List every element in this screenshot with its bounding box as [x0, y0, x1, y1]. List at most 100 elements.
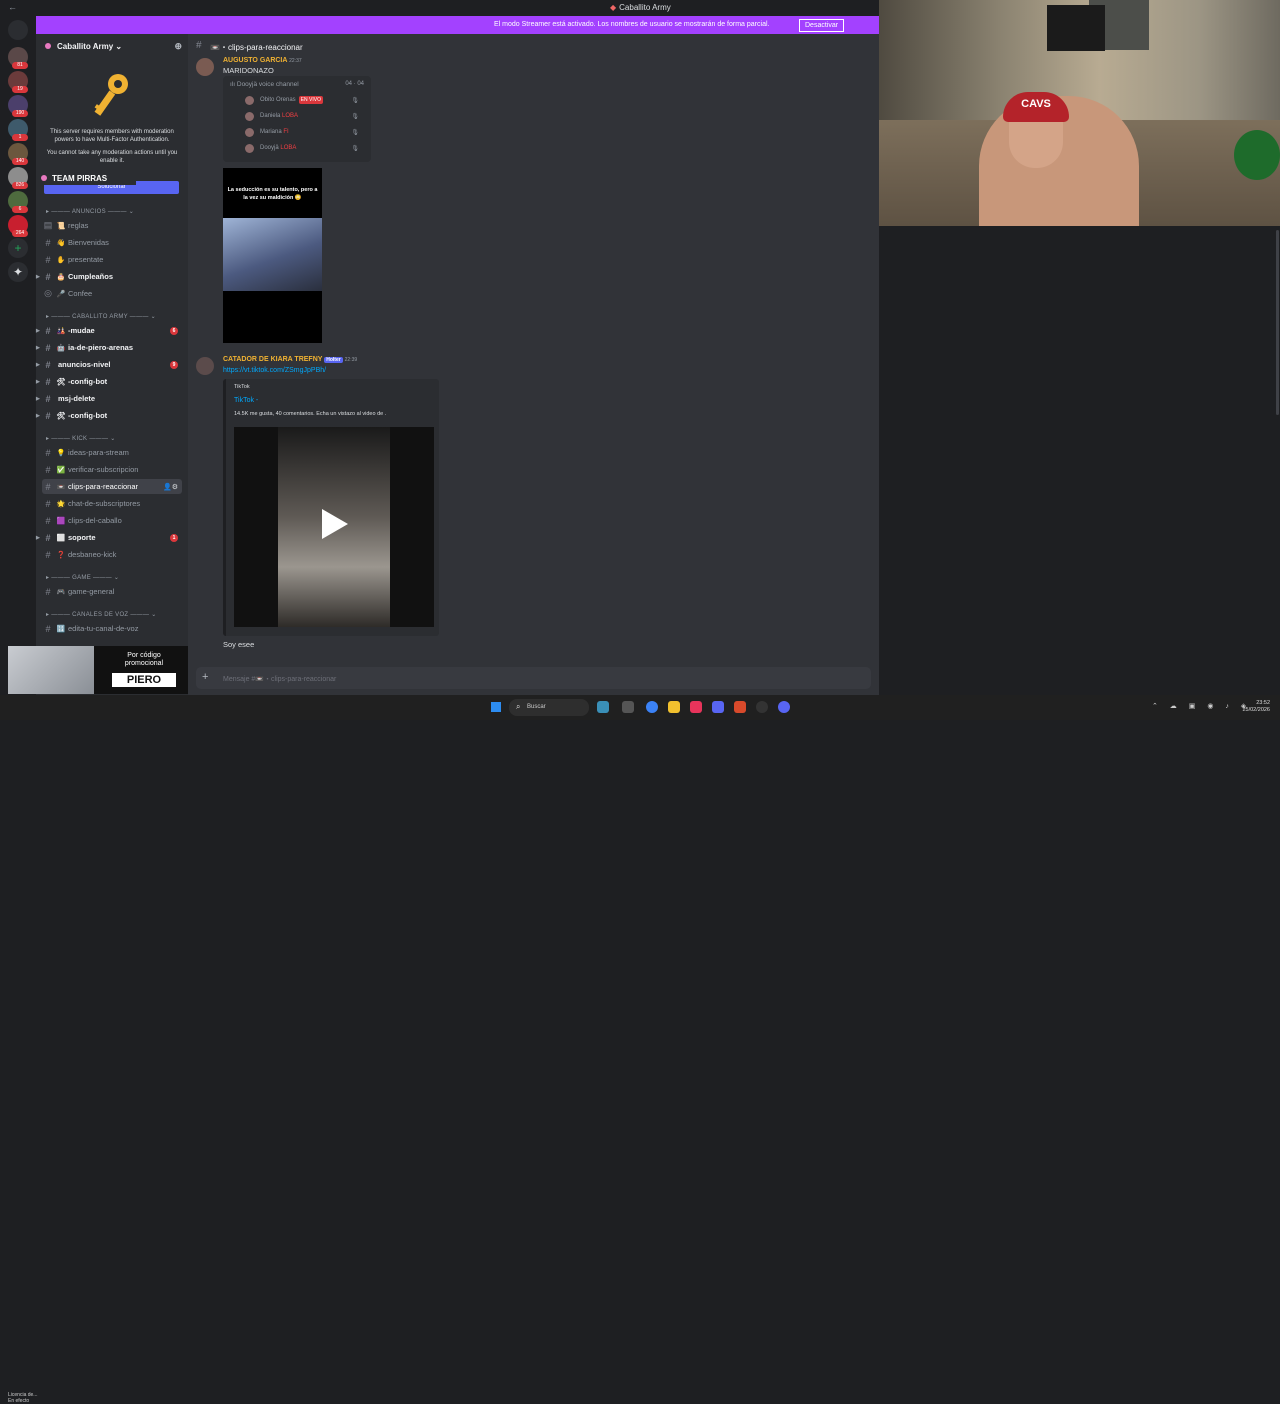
- brave-icon[interactable]: [734, 701, 746, 713]
- mention-badge: 1: [170, 533, 178, 542]
- mic-muted-icon: 🎙: [351, 145, 359, 152]
- rules-icon: ▤: [43, 220, 53, 230]
- tiktok-link[interactable]: https://vt.tiktok.com/ZSmgJpPBh/: [223, 367, 326, 374]
- direct-messages-icon[interactable]: [8, 20, 28, 40]
- hash-icon: #: [45, 498, 51, 509]
- channel-config-bot[interactable]: ▶ # 🛠 -config-bot: [36, 374, 182, 389]
- server-tooltip: TEAM PIRRAS: [36, 171, 136, 185]
- windows-start-icon[interactable]: [491, 702, 501, 712]
- hash-icon: #: [45, 515, 51, 526]
- server-badge: 140: [12, 158, 28, 165]
- category-game[interactable]: ▸ ——— GAME ——— ⌄: [46, 574, 119, 581]
- channel-settings-gear-icon[interactable]: 👤⚙: [163, 483, 178, 491]
- channel-config-bot-2[interactable]: ▶ # 🛠 -config-bot: [36, 408, 182, 423]
- channel-sidebar: Caballito Army ⌄ ⊕ This server requires …: [36, 34, 188, 695]
- promo-text: Por código promocional: [124, 652, 164, 667]
- channel-bienvenidas[interactable]: # 👋 Bienvenidas: [42, 235, 182, 250]
- message-composer[interactable]: + Mensaje #📼・clips-para-reaccionar: [196, 667, 871, 689]
- category-anuncios[interactable]: ▸ ——— ANUNCIOS ——— ⌄: [46, 208, 134, 215]
- category-caballito-army[interactable]: ▸ ——— CABALLITO ARMY ——— ⌄: [46, 313, 156, 320]
- hash-icon: #: [45, 376, 51, 387]
- channel-header-title: 📼・clips-para-reaccionar: [210, 43, 303, 52]
- hash-icon: #: [45, 447, 51, 458]
- video-attachment[interactable]: La seducción es su talento, pero a la ve…: [223, 168, 322, 343]
- message-text: MARIDONAZO: [223, 66, 274, 75]
- search-label: Buscar: [527, 704, 546, 710]
- discord-logo-icon: ◆: [610, 3, 617, 12]
- channel-cumpleanos[interactable]: ▶ # 🎂 Cumpleaños: [36, 269, 182, 284]
- channel-anuncios-nivel[interactable]: ▶ # anuncios-nivel 9: [36, 357, 182, 372]
- voice-member[interactable]: Dooyjä LOBA 🎙: [245, 142, 365, 154]
- channel-ideas-para-stream[interactable]: # 💡 ideas-para-stream: [42, 445, 182, 460]
- channel-soporte[interactable]: ▶ # ⬜ soporte 1: [36, 530, 182, 545]
- category-kick[interactable]: ▸ ——— KICK ——— ⌄: [46, 435, 116, 442]
- taskbar-app-icon[interactable]: [712, 701, 724, 713]
- key-icon: [94, 74, 128, 116]
- edge-icon[interactable]: [646, 701, 658, 713]
- discord-icon[interactable]: [778, 701, 790, 713]
- folder-icon[interactable]: [668, 701, 680, 713]
- category-canales-de-voz[interactable]: ▸ ——— CANALES DE VOZ ——— ⌄: [46, 611, 157, 618]
- voice-member[interactable]: Obito Orenas EN VIVO 🎙: [245, 94, 365, 106]
- channel-ia-de-piero-arenas[interactable]: ▶ # 🤖 ia-de-piero-arenas: [36, 340, 182, 355]
- back-arrow-icon[interactable]: ←: [8, 2, 17, 12]
- attach-plus-icon[interactable]: +: [202, 671, 208, 683]
- scrollbar[interactable]: [1276, 230, 1279, 415]
- voice-channel-embed[interactable]: ılı Dooyjä voice channel 04 · 04 Obito O…: [223, 76, 371, 162]
- avatar[interactable]: [196, 58, 214, 76]
- hash-icon: #: [45, 549, 51, 560]
- hash-icon: #: [45, 254, 51, 265]
- channel-mudae[interactable]: ▶ # 🎎 -mudae 6: [36, 323, 182, 338]
- channel-clips-del-caballo[interactable]: # 🟪 clips-del-caballo: [42, 513, 182, 528]
- live-badge: EN VIVO: [298, 96, 323, 104]
- mfa-notice: This server requires members with modera…: [44, 72, 180, 170]
- member-area-blank: [879, 226, 1280, 695]
- channel-edita-tu-canal-de-voz[interactable]: # 🔢 edita-tu-canal-de-voz: [42, 621, 182, 636]
- channel-game-general[interactable]: # 🎮 game-general: [42, 584, 182, 599]
- channel-chat-de-subscriptores[interactable]: # 🌟 chat-de-subscriptores: [42, 496, 182, 511]
- server-avatar-icon: [45, 43, 51, 49]
- taskbar-app-icon[interactable]: [756, 701, 768, 713]
- clock[interactable]: 23:52 25/02/2026: [1242, 700, 1270, 714]
- taskbar-app-icon[interactable]: [622, 701, 634, 713]
- composer-placeholder: Mensaje #📼・clips-para-reaccionar: [223, 676, 337, 683]
- mention-badge: 9: [170, 360, 178, 369]
- mfa-notice-line1: This server requires members with modera…: [50, 129, 174, 143]
- embed-title[interactable]: TikTok -: [234, 397, 258, 404]
- voice-member[interactable]: Daniela LOBA 🎙: [245, 110, 365, 122]
- message-author[interactable]: CATADOR DE KIARA TREFNY Holter 22:39: [223, 356, 357, 363]
- server-header[interactable]: Caballito Army ⌄ ⊕: [36, 34, 188, 58]
- avatar[interactable]: [196, 357, 214, 375]
- app-window: ← ◆ Caballito Army El modo Streamer está…: [0, 0, 1280, 1404]
- channel-reglas[interactable]: ▤ 📜 reglas: [42, 218, 182, 233]
- invite-people-icon[interactable]: ⊕: [174, 41, 182, 52]
- promo-code: PIERO: [112, 673, 176, 687]
- hash-icon: #: [45, 586, 51, 597]
- server-badge: 81: [12, 62, 28, 69]
- message-author[interactable]: AUGUSTO GARCIA 22:37: [223, 57, 302, 64]
- taskbar-app-icon[interactable]: [597, 701, 609, 713]
- taskbar-search[interactable]: ⌕ Buscar: [509, 699, 589, 716]
- streamer-banner-text: El modo Streamer está activado. Los nomb…: [494, 21, 770, 28]
- play-icon[interactable]: [322, 509, 348, 539]
- system-tray[interactable]: ⌃ ☁ ▣ ◉ ♪ ◈: [1152, 702, 1251, 710]
- mention-badge: 6: [170, 326, 178, 335]
- add-server-icon[interactable]: +: [8, 238, 28, 258]
- embed-video[interactable]: [234, 427, 434, 627]
- channel-confee[interactable]: ◎ 🎤 Confee: [42, 286, 182, 301]
- embed-description: 14.5K me gusta, 40 comentarios. Echa un …: [234, 411, 387, 417]
- tiktok-embed: TikTok TikTok - 14.5K me gusta, 40 comen…: [223, 379, 439, 636]
- channel-desbaneo-kick[interactable]: # ❓ desbaneo-kick: [42, 547, 182, 562]
- channel-presentate[interactable]: # ✋ presentate: [42, 252, 182, 267]
- compass-icon[interactable]: ✦: [8, 262, 28, 282]
- channel-msj-delete[interactable]: ▶ # msj-delete: [36, 391, 182, 406]
- hash-icon: #: [196, 40, 202, 51]
- deactivate-streamer-button[interactable]: Desactivar: [799, 19, 845, 32]
- channel-verificar-subscripcion[interactable]: # ✅ verificar-subscripcion: [42, 462, 182, 477]
- channel-clips-para-reaccionar[interactable]: # 📼 clips-para-reaccionar 👤⚙: [42, 479, 182, 494]
- hash-icon: #: [45, 271, 51, 282]
- promo-panel: Por código promocional PIERO: [94, 646, 194, 694]
- streamer-mode-banner: El modo Streamer está activado. Los nomb…: [36, 16, 879, 34]
- voice-member[interactable]: Mariana FI 🎙: [245, 126, 365, 138]
- taskbar-app-icon[interactable]: [690, 701, 702, 713]
